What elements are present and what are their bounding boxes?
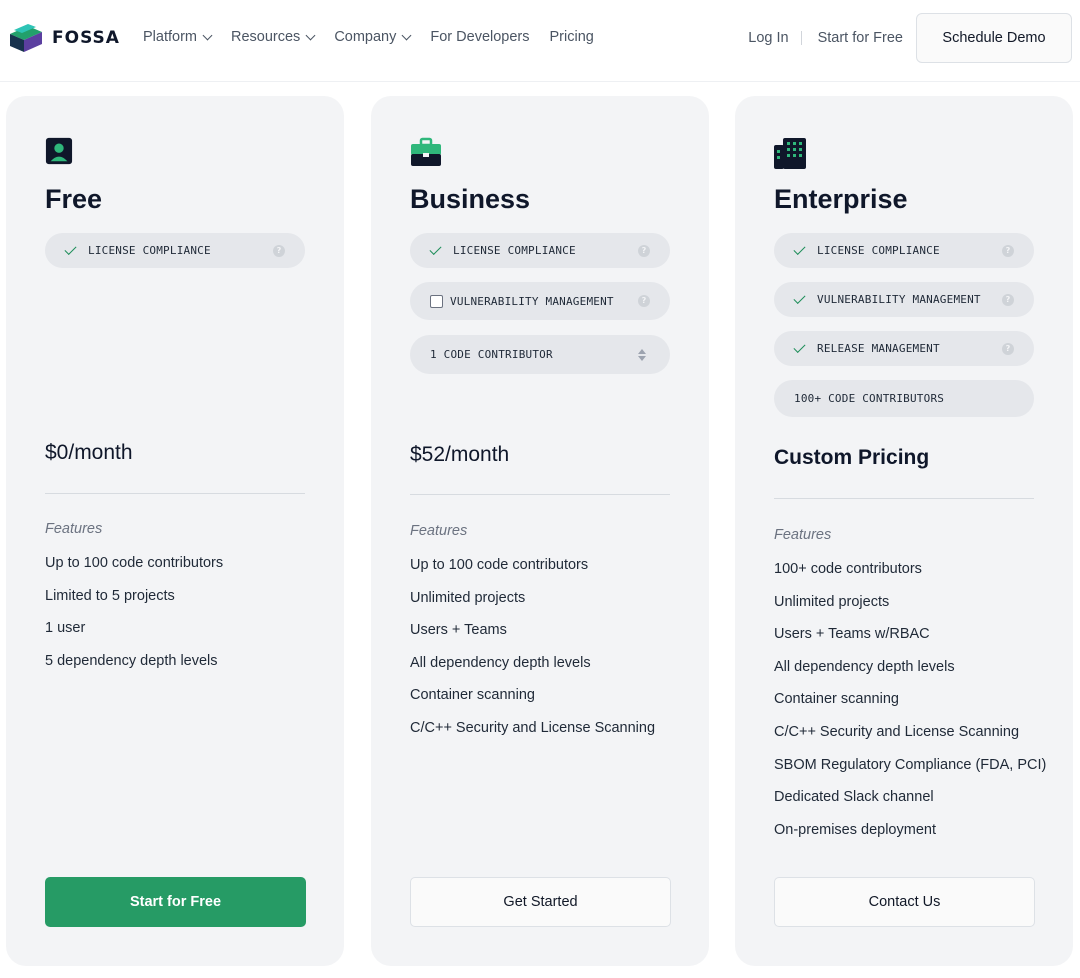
- chevron-down-icon: [305, 30, 316, 40]
- option-label: LICENSE COMPLIANCE: [817, 244, 940, 257]
- feature-item: Limited to 5 projects: [45, 587, 175, 604]
- plan-name: Enterprise: [774, 184, 908, 214]
- start-for-free-link[interactable]: Start for Free: [802, 30, 916, 46]
- features-heading: Features: [774, 527, 832, 543]
- feature-item: Container scanning: [774, 691, 899, 708]
- plan-card-business: Business LICENSE COMPLIANCE ? VULNERABIL…: [371, 96, 709, 966]
- user-badge-icon: [45, 137, 73, 165]
- option-label: RELEASE MANAGEMENT: [817, 342, 940, 355]
- feature-item: Unlimited projects: [774, 593, 890, 610]
- help-icon[interactable]: ?: [1002, 342, 1014, 355]
- feature-item: 1 user: [45, 620, 86, 637]
- start-for-free-button[interactable]: Start for Free: [45, 877, 306, 927]
- login-link[interactable]: Log In: [736, 30, 800, 46]
- divider: [45, 493, 305, 494]
- checkmark-icon: [793, 291, 806, 305]
- menu-pricing-label: Pricing: [549, 29, 594, 45]
- feature-list: Up to 100 code contributors Unlimited pr…: [410, 555, 655, 751]
- option-vulnerability-management[interactable]: VULNERABILITY MANAGEMENT ?: [774, 282, 1034, 317]
- brand-logo[interactable]: FOSSA: [8, 20, 120, 56]
- feature-item: Users + Teams w/RBAC: [774, 626, 930, 643]
- option-vulnerability-management[interactable]: VULNERABILITY MANAGEMENT ?: [410, 282, 670, 320]
- menu-pricing[interactable]: Pricing: [550, 29, 594, 45]
- option-label: LICENSE COMPLIANCE: [453, 244, 576, 257]
- option-label: LICENSE COMPLIANCE: [88, 244, 211, 257]
- feature-item: Dedicated Slack channel: [774, 789, 934, 806]
- option-label: VULNERABILITY MANAGEMENT: [817, 293, 981, 306]
- building-icon: [774, 138, 806, 169]
- schedule-demo-button[interactable]: Schedule Demo: [916, 13, 1072, 63]
- plan-price: Custom Pricing: [774, 446, 930, 469]
- help-icon[interactable]: ?: [1002, 244, 1014, 257]
- menu-resources[interactable]: Resources: [231, 29, 316, 45]
- checkbox-unchecked[interactable]: [430, 294, 443, 308]
- menu-for-developers[interactable]: For Developers: [430, 29, 529, 45]
- plan-name: Business: [410, 184, 531, 214]
- feature-item: Up to 100 code contributors: [410, 557, 589, 573]
- option-license-compliance[interactable]: LICENSE COMPLIANCE ?: [410, 233, 670, 268]
- stepper-arrows-icon[interactable]: [638, 348, 646, 361]
- menu-for-developers-label: For Developers: [430, 29, 530, 45]
- checkmark-icon: [793, 340, 806, 354]
- plan-card-free: Free LICENSE COMPLIANCE ? $0/month Featu…: [6, 96, 344, 966]
- feature-item: 5 dependency depth levels: [45, 652, 218, 669]
- help-icon[interactable]: ?: [638, 295, 650, 307]
- feature-list: 100+ code contributors Unlimited project…: [774, 559, 1046, 852]
- feature-item: SBOM Regulatory Compliance (FDA, PCI): [774, 756, 1047, 773]
- briefcase-icon: [411, 137, 441, 166]
- fossa-logo-icon: [10, 24, 42, 52]
- help-icon[interactable]: ?: [1002, 293, 1014, 306]
- brand-name: FOSSA: [52, 28, 120, 48]
- menu-resources-label: Resources: [231, 29, 301, 45]
- checkmark-icon: [793, 242, 806, 256]
- plan-card-enterprise: Enterprise LICENSE COMPLIANCE ? VULNERAB…: [735, 96, 1073, 966]
- option-release-management[interactable]: RELEASE MANAGEMENT ?: [774, 331, 1034, 366]
- option-license-compliance[interactable]: LICENSE COMPLIANCE ?: [45, 233, 305, 268]
- feature-item: Up to 100 code contributors: [45, 555, 224, 571]
- menu-platform-label: Platform: [143, 29, 197, 45]
- main-menu: Platform Resources Company For Developer…: [143, 29, 594, 45]
- features-heading: Features: [410, 523, 468, 539]
- plan-price: $0/month: [45, 441, 133, 464]
- checkmark-icon: [429, 242, 442, 256]
- nav-actions: Log In Start for Free Schedule Demo: [736, 13, 1072, 63]
- feature-list: Up to 100 code contributors Limited to 5…: [45, 553, 223, 683]
- divider: [410, 494, 670, 495]
- menu-platform[interactable]: Platform: [143, 29, 213, 45]
- stepper-value: 1 CODE CONTRIBUTOR: [430, 348, 553, 361]
- contributor-stepper[interactable]: 1 CODE CONTRIBUTOR: [410, 335, 670, 374]
- get-started-button[interactable]: Get Started: [410, 877, 671, 927]
- help-icon[interactable]: ?: [638, 244, 650, 257]
- feature-item: Container scanning: [410, 687, 535, 704]
- option-label: 100+ CODE CONTRIBUTORS: [794, 392, 945, 405]
- menu-company[interactable]: Company: [334, 29, 412, 45]
- option-label: VULNERABILITY MANAGEMENT: [450, 294, 614, 308]
- contact-us-button[interactable]: Contact Us: [774, 877, 1035, 927]
- checkmark-icon: [64, 242, 77, 256]
- feature-item: All dependency depth levels: [410, 654, 591, 671]
- plan-name: Free: [45, 184, 103, 214]
- features-heading: Features: [45, 521, 103, 537]
- feature-item: All dependency depth levels: [774, 658, 955, 675]
- top-navigation: FOSSA Platform Resources Company For Dev…: [0, 0, 1080, 82]
- chevron-down-icon: [401, 30, 412, 40]
- menu-company-label: Company: [334, 29, 397, 45]
- divider: [774, 498, 1034, 499]
- feature-item: Unlimited projects: [410, 589, 526, 606]
- option-license-compliance[interactable]: LICENSE COMPLIANCE ?: [774, 233, 1034, 268]
- feature-item: On-premises deployment: [774, 821, 936, 838]
- chevron-down-icon: [202, 30, 213, 40]
- plan-price: $52/month: [410, 443, 510, 466]
- feature-item: Users + Teams: [410, 622, 507, 639]
- contributors-tier: 100+ CODE CONTRIBUTORS: [774, 380, 1034, 417]
- feature-item: C/C++ Security and License Scanning: [410, 719, 656, 736]
- help-icon[interactable]: ?: [273, 244, 285, 257]
- feature-item: 100+ code contributors: [774, 561, 922, 577]
- feature-item: C/C++ Security and License Scanning: [774, 723, 1020, 740]
